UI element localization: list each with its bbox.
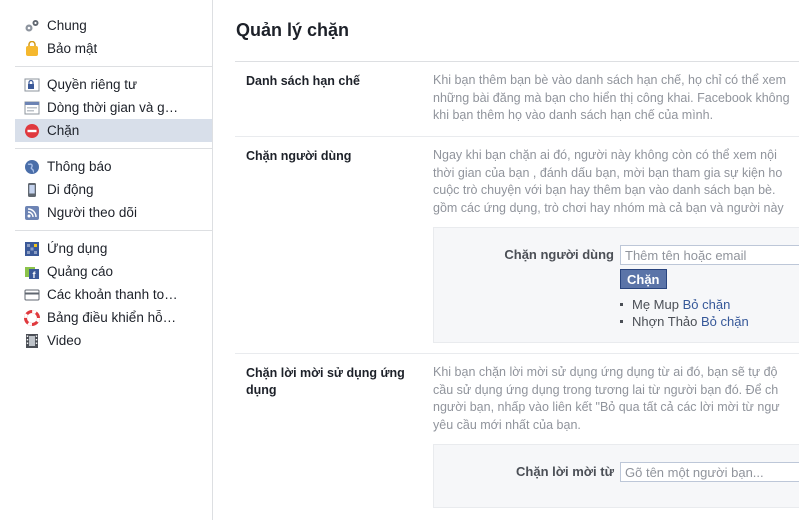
sidebar-item-privacy[interactable]: Quyền riêng tư: [15, 73, 212, 96]
sidebar-item-label: Thông báo: [47, 159, 112, 174]
list-item: Nhợn Thảo Bỏ chặn: [620, 313, 749, 330]
sidebar-item-label: Video: [47, 333, 82, 348]
description-line: cuộc trò chuyện với bạn hay thêm bạn vào…: [433, 183, 776, 197]
gears-icon: [24, 18, 40, 34]
section-label: Danh sách hạn chế: [246, 74, 360, 88]
block-invites-field-label: Chặn lời mời từ: [516, 464, 614, 479]
block-app-invites-panel: Chặn lời mời từ Gõ tên một người bạn...: [433, 444, 799, 508]
description-line: những bài đăng mà bạn cho hiển thị công …: [433, 90, 790, 105]
sidebar-group-2: Quyền riêng tư Dòng thời gian và g… Chặn: [15, 67, 212, 149]
timeline-icon: [24, 100, 40, 116]
rss-icon: [24, 205, 40, 221]
section-label: Chặn người dùng: [246, 149, 352, 163]
description-line: người bạn, nhấp vào liên kết "Bỏ qua tất…: [433, 400, 780, 414]
sidebar-item-label: Các khoản thanh to…: [47, 287, 178, 302]
sidebar-item-label: Di động: [47, 182, 94, 197]
section-description: Khi bạn chặn lời mời sử dụng ứng dụng từ…: [433, 364, 780, 434]
sidebar-item-label: Bảo mật: [47, 41, 98, 56]
block-app-invites-section: Chặn lời mời sử dụng ứng dụng Khi bạn ch…: [235, 354, 799, 520]
sidebar-item-video[interactable]: Video: [15, 329, 212, 352]
apps-icon: [24, 241, 40, 257]
sidebar-item-security[interactable]: Bảo mật: [15, 37, 212, 60]
sidebar-item-blocking[interactable]: Chặn: [15, 119, 212, 142]
block-invites-input[interactable]: Gõ tên một người bạn...: [620, 462, 799, 482]
sidebar-item-timeline[interactable]: Dòng thời gian và g…: [15, 96, 212, 119]
description-line: yêu cầu mới nhất của bạn.: [433, 417, 581, 432]
lock-badge-icon: [24, 40, 40, 57]
mobile-icon: [24, 182, 40, 198]
description-line: thời gian của bạn , đánh dấu bạn, mời bạ…: [433, 165, 783, 180]
sidebar-item-notifications[interactable]: Thông báo: [15, 155, 212, 178]
credit-card-icon: [24, 287, 40, 303]
list-item: Mẹ Mup Bỏ chặn: [620, 296, 749, 313]
section-label: Chặn lời mời sử dụng ứng dụng: [246, 366, 405, 397]
sidebar-item-payments[interactable]: Các khoản thanh to…: [15, 283, 212, 306]
unblock-link[interactable]: Bỏ chặn: [701, 314, 749, 329]
sidebar-item-label: Người theo dõi: [47, 205, 137, 220]
sidebar-item-label: Bảng điều khiển hỗ…: [47, 310, 177, 325]
settings-sidebar: Chung Bảo mật Quyền riêng tư Dòng thời g…: [0, 0, 213, 520]
sidebar-group-3: Thông báo Di động Người theo dõi: [15, 149, 212, 231]
description-line: Khi bạn chặn lời mời sử dụng ứng dụng từ…: [433, 365, 778, 379]
sidebar-item-general[interactable]: Chung: [15, 14, 212, 37]
block-user-input[interactable]: Thêm tên hoặc email: [620, 245, 799, 265]
description-line: Ngay khi bạn chặn ai đó, người này không…: [433, 148, 777, 162]
sidebar-item-apps[interactable]: Ứng dụng: [15, 237, 212, 260]
sidebar-item-label: Dòng thời gian và g…: [47, 100, 179, 115]
section-description: Khi bạn thêm bạn bè vào danh sách hạn ch…: [433, 72, 790, 125]
sidebar-item-followers[interactable]: Người theo dõi: [15, 201, 212, 224]
lifebuoy-icon: [24, 309, 40, 326]
sidebar-item-ads[interactable]: f Quảng cáo: [15, 260, 212, 283]
main-content: Quản lý chặn Danh sách hạn chế Khi bạn t…: [213, 0, 799, 520]
sidebar-item-label: Ứng dụng: [47, 241, 108, 256]
blocked-users-list: Mẹ Mup Bỏ chặn Nhợn Thảo Bỏ chặn: [620, 296, 749, 330]
ads-icon: f: [24, 264, 40, 280]
page-title: Quản lý chặn: [236, 20, 350, 40]
block-button[interactable]: Chặn: [620, 269, 667, 289]
sidebar-item-support-dashboard[interactable]: Bảng điều khiển hỗ…: [15, 306, 212, 329]
restricted-list-section: Danh sách hạn chế Khi bạn thêm bạn bè và…: [235, 62, 799, 137]
sidebar-item-label: Chung: [47, 18, 87, 33]
privacy-lock-icon: [24, 77, 40, 93]
unblock-link[interactable]: Bỏ chặn: [683, 297, 731, 312]
film-icon: [24, 333, 40, 349]
sidebar-item-label: Chặn: [47, 123, 80, 138]
blocked-user-name: Mẹ Mup: [632, 297, 679, 312]
block-user-field-label: Chặn người dùng: [504, 247, 614, 262]
description-line: gồm các ứng dụng, trò chơi hay nhóm mà c…: [433, 200, 784, 215]
description-line: khi bạn thêm họ vào danh sách hạn chế củ…: [433, 108, 714, 122]
block-users-panel: Chặn người dùng Thêm tên hoặc email Chặn…: [433, 227, 799, 343]
blocked-user-name: Nhợn Thảo: [632, 314, 698, 329]
block-users-section: Chặn người dùng Ngay khi bạn chặn ai đó,…: [235, 137, 799, 354]
block-icon: [24, 123, 40, 139]
globe-icon: [24, 159, 40, 175]
sidebar-item-mobile[interactable]: Di động: [15, 178, 212, 201]
sidebar-item-label: Quyền riêng tư: [47, 77, 138, 92]
sidebar-group-1: Chung Bảo mật: [15, 0, 212, 67]
section-description: Ngay khi bạn chặn ai đó, người này không…: [433, 147, 784, 217]
description-line: cầu sử dụng ứng dụng trong tương lai từ …: [433, 382, 779, 397]
sidebar-group-4: Ứng dụng f Quảng cáo Các khoản thanh to……: [15, 231, 212, 358]
sidebar-item-label: Quảng cáo: [47, 264, 114, 279]
description-line: Khi bạn thêm bạn bè vào danh sách hạn ch…: [433, 73, 787, 87]
